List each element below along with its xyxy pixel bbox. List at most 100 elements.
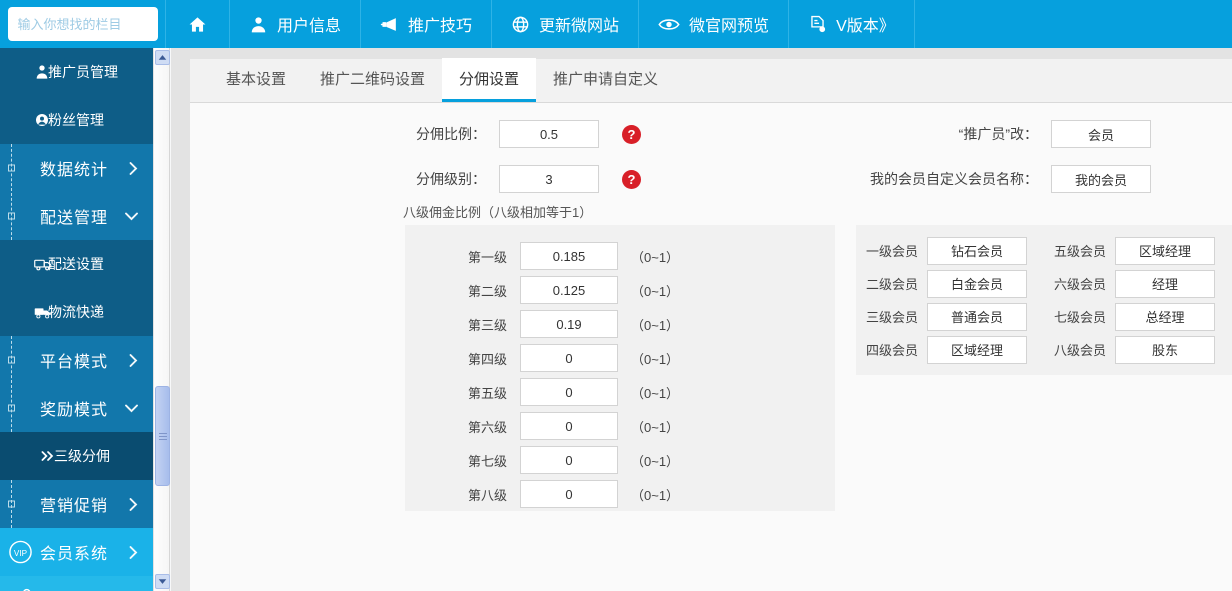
member-level-input[interactable] <box>927 302 1028 331</box>
commission-level-input[interactable] <box>499 165 599 193</box>
eye-icon <box>658 15 680 34</box>
sidebar-item-3[interactable]: 配送管理 <box>0 192 153 240</box>
svg-text:VIP: VIP <box>14 549 28 558</box>
tab-1[interactable]: 推广二维码设置 <box>303 58 442 102</box>
tab-2[interactable]: 分佣设置 <box>442 58 537 102</box>
tab-0[interactable]: 基本设置 <box>209 58 303 102</box>
member-level-input[interactable] <box>1115 236 1216 265</box>
sidebar-item-10[interactable]: VIP 会员系统 <box>0 528 153 576</box>
sidebar-item-8[interactable]: 三级分佣 <box>0 432 153 480</box>
scroll-up-button[interactable] <box>155 50 170 65</box>
grade-input[interactable] <box>520 412 618 440</box>
commission-level-help-icon[interactable]: ? <box>622 169 641 189</box>
sidebar-item-0[interactable]: 推广员管理 <box>0 48 153 96</box>
member-level-cell: 三级会员 <box>856 300 1044 333</box>
grade-input[interactable] <box>520 242 618 270</box>
grade-input[interactable] <box>520 446 618 474</box>
sidebar-item-label: 配送设置 <box>48 256 104 272</box>
my-member-rename-label: 我的会员自定义会员名称： <box>870 171 1038 187</box>
grade-label: 第四级 <box>467 351 507 367</box>
tab-3[interactable]: 推广申请自定义 <box>536 58 675 102</box>
tab-label: 分佣设置 <box>459 71 520 88</box>
topnav-item-label: V版本》 <box>836 18 895 35</box>
sidebar-item-label: 平台模式 <box>40 354 109 371</box>
member-level-input[interactable] <box>927 335 1028 364</box>
sidebar-item-4[interactable]: 配送设置 <box>0 240 153 288</box>
topnav-item-label: 微官网预览 <box>689 18 770 35</box>
grade-ratio-group: 第一级 （0~1） 第二级 （0~1） 第三级 （0~1） 第四级 （0~1） 第五级 （0~1）… <box>405 225 835 511</box>
commission-ratio-label: 分佣比例： <box>416 126 486 142</box>
member-level-input[interactable] <box>1115 269 1216 298</box>
scrollbar-thumb[interactable] <box>155 386 170 486</box>
commission-ratio-help-icon[interactable]: ? <box>622 124 641 144</box>
topnav-item-preview[interactable]: 微官网预览 <box>638 0 788 48</box>
grade-row: 第七级 （0~1） <box>405 443 835 477</box>
grade-row: 第八级 （0~1） <box>405 477 835 511</box>
grade-row: 第四级 （0~1） <box>405 341 835 375</box>
my-member-rename-input[interactable] <box>1051 165 1151 193</box>
member-level-label: 八级会员 <box>1054 343 1107 358</box>
grade-input[interactable] <box>520 344 618 372</box>
sidebar-item-7[interactable]: 奖励模式 <box>0 384 153 432</box>
sidebar-item-label: 营销促销 <box>40 498 109 515</box>
grade-input[interactable] <box>520 276 618 304</box>
sidebar-scrollbar[interactable] <box>153 48 170 591</box>
sidebar-item-6[interactable]: 平台模式 <box>0 336 153 384</box>
grade-input[interactable] <box>520 378 618 406</box>
scroll-down-button[interactable] <box>155 574 170 589</box>
member-level-label: 一级会员 <box>866 244 919 259</box>
member-level-input[interactable] <box>927 269 1028 298</box>
topnav-item-home[interactable] <box>165 0 229 48</box>
home-icon <box>188 15 207 34</box>
tree-connector-line <box>11 336 12 432</box>
sidebar-item-9[interactable]: 营销促销 <box>0 480 153 528</box>
sidebar-item-5[interactable]: 物流快递 <box>0 288 153 336</box>
sidebar-item-label: 三级分佣 <box>54 448 110 464</box>
chevron-right-icon <box>127 161 139 176</box>
grade-input[interactable] <box>520 480 618 508</box>
member-level-label: 三级会员 <box>866 310 919 325</box>
commission-ratio-input[interactable] <box>499 120 599 148</box>
member-level-cell: 七级会员 <box>1044 300 1232 333</box>
app-root: 用户信息 推广技巧 更新微网站 微官网预览 V版本》 推广员管理粉丝管理数据统计配送管理… <box>0 0 1232 591</box>
grade-label: 第一级 <box>467 249 507 265</box>
tab-panel-commission-settings: 分佣比例： ? 分佣级别： ? 八级佣金比例（八级相加等于1） 第一级 （0~1）… <box>190 103 1232 591</box>
member-level-cell: 五级会员 <box>1044 234 1232 267</box>
member-level-cell: 六级会员 <box>1044 267 1232 300</box>
sidebar-item-label: 会员系统 <box>40 546 109 563</box>
sidebar-item-1[interactable]: 粉丝管理 <box>0 96 153 144</box>
search-box[interactable] <box>7 7 210 41</box>
chevron-right-icon <box>127 497 139 512</box>
topnav-item-user[interactable]: 用户信息 <box>229 0 360 48</box>
grade-range-hint: （0~1） <box>631 283 680 299</box>
top-navigation-bar: 用户信息 推广技巧 更新微网站 微官网预览 V版本》 <box>0 0 1232 48</box>
sidebar-item-label: 奖励模式 <box>40 402 109 419</box>
eight-grade-section-title: 八级佣金比例（八级相加等于1） <box>403 205 593 220</box>
member-level-cell: 二级会员 <box>856 267 1044 300</box>
tab-label: 推广二维码设置 <box>320 71 426 88</box>
topnav-item-label: 推广技巧 <box>408 18 473 35</box>
topnav-item-version[interactable]: V版本》 <box>788 0 915 48</box>
member-level-input[interactable] <box>1115 335 1216 364</box>
globe-icon <box>511 15 530 34</box>
person-icon <box>34 64 50 80</box>
grade-input[interactable] <box>520 310 618 338</box>
member-level-input[interactable] <box>1115 302 1216 331</box>
tab-bar: 基本设置 推广二维码设置 分佣设置 推广申请自定义 <box>190 58 1232 103</box>
promoter-rename-label: “推广员”改： <box>958 126 1038 142</box>
fans-icon <box>34 112 50 128</box>
topnav-item-promote[interactable]: 推广技巧 <box>360 0 491 48</box>
document-gear-icon <box>808 15 827 34</box>
grade-row: 第三级 （0~1） <box>405 307 835 341</box>
truck-icon <box>34 256 53 272</box>
tab-label: 推广申请自定义 <box>553 71 659 88</box>
member-level-input[interactable] <box>927 236 1028 265</box>
grade-range-hint: （0~1） <box>631 317 680 333</box>
commission-ratio-row: 分佣比例： ? <box>416 120 641 148</box>
sidebar-item-11[interactable]: 分销模块 <box>0 576 153 591</box>
grade-range-hint: （0~1） <box>631 249 680 265</box>
sidebar-item-2[interactable]: 数据统计 <box>0 144 153 192</box>
promoter-rename-input[interactable] <box>1051 120 1151 148</box>
topnav-item-update[interactable]: 更新微网站 <box>491 0 638 48</box>
grade-range-hint: （0~1） <box>631 419 680 435</box>
